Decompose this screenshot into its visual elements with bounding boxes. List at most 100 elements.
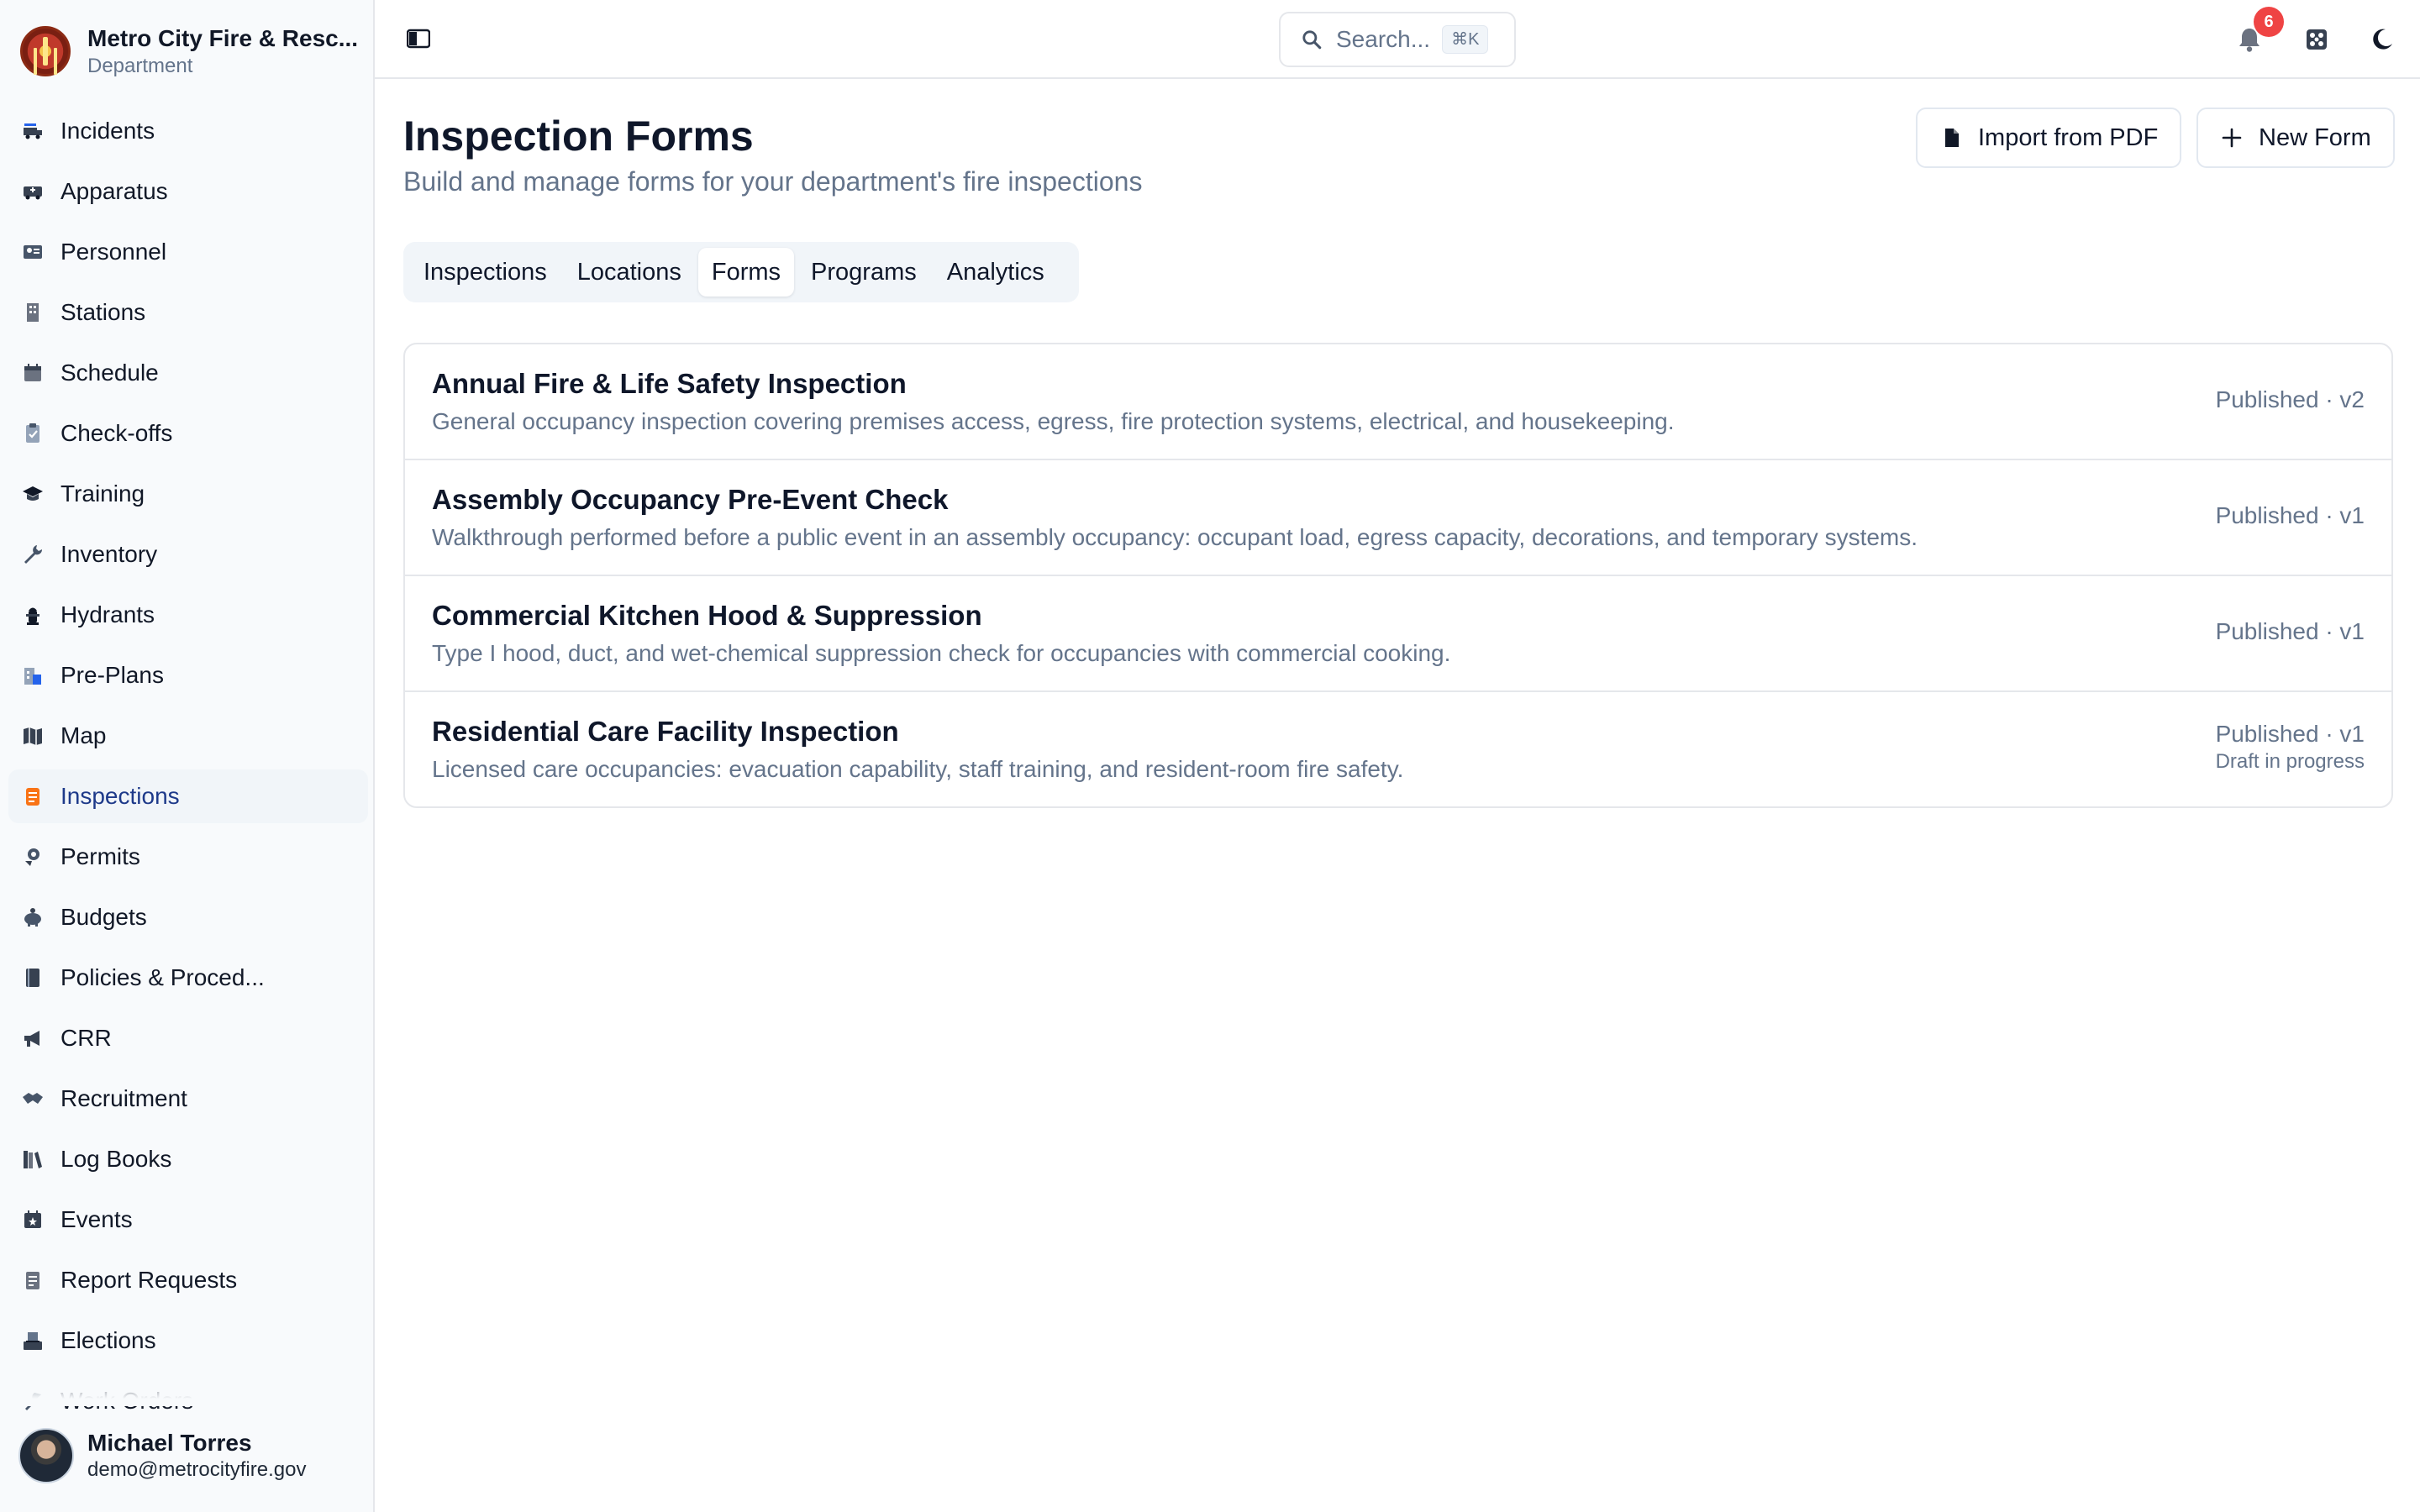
form-status: Published · v1 Draft in progress (2216, 719, 2365, 774)
sidebar-item-label: Log Books (60, 1146, 172, 1172)
sidebar-item-label: Inventory (60, 541, 158, 567)
sidebar-item-label: Policies & Proced... (60, 964, 265, 990)
sidebar-item-label: Report Requests (60, 1267, 238, 1293)
org-switcher[interactable]: Metro City Fire & Resc... Department (20, 24, 358, 79)
form-status-label: Published · v1 (2215, 721, 2365, 747)
page-subtitle: Build and manage forms for your departme… (403, 166, 1143, 197)
sidebar-item-label: Schedule (60, 360, 159, 386)
book-icon (22, 967, 44, 989)
graduation-cap-icon (22, 483, 44, 505)
sidebar-item-map[interactable]: Map (8, 709, 368, 763)
sidebar-item-training[interactable]: Training (8, 467, 368, 521)
org-subtitle: Department (87, 55, 193, 77)
building-plan-icon (22, 664, 44, 686)
sidebar-item-label: Map (60, 722, 107, 748)
sidebar-nav: Incidents Apparatus Personnel Stations Sched… (8, 104, 368, 1435)
search-icon (1302, 30, 1322, 50)
sidebar-item-report-requests[interactable]: Report Requests (8, 1253, 368, 1307)
import-label: Import from PDF (1978, 123, 2159, 151)
sidebar-item-stations[interactable]: Stations (8, 286, 368, 339)
user-email: demo@metrocityfire.gov (87, 1458, 307, 1481)
form-status-label: Published · v1 (2215, 502, 2365, 528)
sidebar-item-label: Events (60, 1206, 133, 1232)
form-draft-note: Draft in progress (2215, 750, 2365, 773)
import-from-pdf-button[interactable]: Import from PDF (1916, 108, 2182, 168)
form-row[interactable]: Annual Fire & Life Safety Inspection Gene… (405, 344, 2391, 460)
sidebar-item-label: Check-offs (60, 420, 173, 446)
sidebar-item-hydrants[interactable]: Hydrants (8, 588, 368, 642)
sidebar-item-label: Stations (60, 299, 146, 325)
page-title: Inspection Forms (403, 113, 754, 160)
sidebar-item-permits[interactable]: Permits (8, 830, 368, 884)
sidebar-item-label: Incidents (60, 118, 155, 144)
books-icon (22, 1148, 44, 1170)
clipboard-check-icon (22, 423, 44, 444)
megaphone-icon (22, 1027, 44, 1049)
new-form-label: New Form (2259, 123, 2371, 151)
form-status-label: Published · v1 (2215, 618, 2365, 644)
top-bar: Search... ⌘K 6 (375, 0, 2420, 79)
tab-locations[interactable]: Locations (564, 248, 695, 297)
plus-icon (2222, 128, 2242, 148)
department-logo (20, 26, 71, 76)
report-icon (22, 1269, 44, 1291)
id-card-icon (22, 241, 44, 263)
sidebar: Metro City Fire & Resc... Department Inc… (0, 0, 375, 1512)
sidebar-item-inventory[interactable]: Inventory (8, 528, 368, 581)
sidebar-item-recruitment[interactable]: Recruitment (8, 1072, 368, 1126)
sidebar-item-pre-plans[interactable]: Pre-Plans (8, 648, 368, 702)
sidebar-item-label: Apparatus (60, 178, 168, 204)
avatar (18, 1428, 74, 1483)
form-row[interactable]: Assembly Occupancy Pre-Event Check Walkth… (405, 460, 2391, 576)
sidebar-item-personnel[interactable]: Personnel (8, 225, 368, 279)
calendar-star-icon (22, 1209, 44, 1231)
building-icon (22, 302, 44, 323)
tab-forms[interactable]: Forms (697, 248, 795, 297)
permit-icon (22, 846, 44, 868)
sidebar-item-policies-proced[interactable]: Policies & Proced... (8, 951, 368, 1005)
sidebar-item-log-books[interactable]: Log Books (8, 1132, 368, 1186)
sidebar-item-crr[interactable]: CRR (8, 1011, 368, 1065)
user-name: Michael Torres (87, 1430, 252, 1456)
sidebar-item-budgets[interactable]: Budgets (8, 890, 368, 944)
sidebar-item-check-offs[interactable]: Check-offs (8, 407, 368, 460)
tab-programs[interactable]: Programs (797, 248, 930, 297)
sidebar-item-incidents[interactable]: Incidents (8, 104, 368, 158)
wrench-icon (22, 543, 44, 565)
form-title: Residential Care Facility Inspection (432, 716, 899, 747)
tab-analytics[interactable]: Analytics (934, 248, 1058, 297)
sidebar-item-label: Recruitment (60, 1085, 187, 1111)
sidebar-item-elections[interactable]: Elections (8, 1314, 368, 1368)
form-row[interactable]: Residential Care Facility Inspection Lice… (405, 692, 2391, 806)
search-input[interactable]: Search... ⌘K (1279, 12, 1516, 67)
ballot-box-icon (22, 1330, 44, 1352)
theme-palette-icon[interactable] (2302, 25, 2331, 54)
search-shortcut: ⌘K (1442, 25, 1489, 54)
new-form-button[interactable]: New Form (2196, 108, 2395, 168)
sidebar-item-label: Pre-Plans (60, 662, 164, 688)
sidebar-item-schedule[interactable]: Schedule (8, 346, 368, 400)
sidebar-item-label: Budgets (60, 904, 147, 930)
sidebar-item-events[interactable]: Events (8, 1193, 368, 1247)
sidebar-item-apparatus[interactable]: Apparatus (8, 165, 368, 218)
file-icon (1945, 129, 1959, 147)
sidebar-toggle-icon[interactable] (406, 29, 431, 49)
map-icon (22, 725, 44, 747)
form-status: Published · v2 (2216, 385, 2365, 415)
sidebar-item-label: CRR (60, 1025, 112, 1051)
sidebar-item-inspections[interactable]: Inspections (8, 769, 368, 823)
form-description: Type I hood, duct, and wet-chemical supp… (432, 640, 1451, 666)
sidebar-item-label: Hydrants (60, 601, 155, 627)
form-status: Published · v1 (2216, 617, 2365, 647)
form-status-label: Published · v2 (2215, 386, 2365, 412)
tab-inspections[interactable]: Inspections (410, 248, 560, 297)
dark-mode-icon[interactable] (2368, 25, 2396, 54)
forms-list: Annual Fire & Life Safety Inspection Gene… (403, 343, 2393, 808)
user-menu[interactable]: Michael Torres demo@metrocityfire.gov (18, 1428, 306, 1483)
tab-bar: Inspections Locations Forms Programs Analyti… (403, 242, 1079, 302)
ambulance-icon (22, 181, 44, 202)
handshake-icon (22, 1088, 44, 1110)
form-title: Commercial Kitchen Hood & Suppression (432, 600, 982, 631)
form-description: Licensed care occupancies: evacuation ca… (432, 756, 1404, 782)
form-row[interactable]: Commercial Kitchen Hood & Suppression Typ… (405, 576, 2391, 692)
